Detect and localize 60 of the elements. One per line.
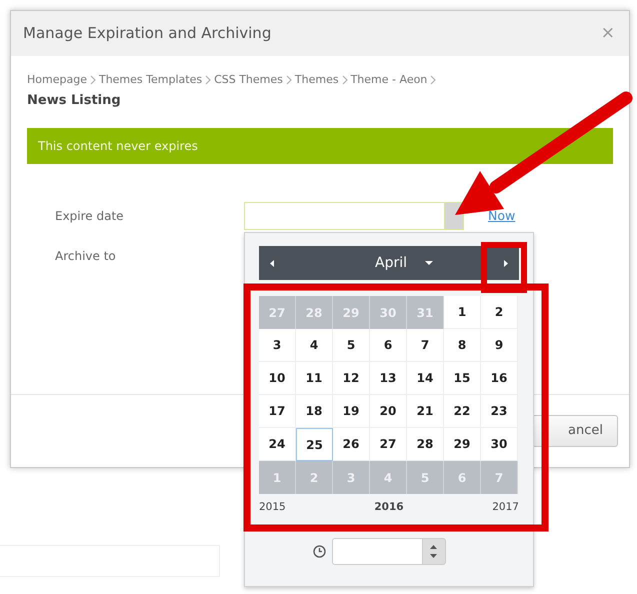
breadcrumb-link[interactable]: CSS Themes <box>214 72 283 88</box>
day-button[interactable]: 24 <box>259 428 296 461</box>
now-link[interactable]: Now <box>488 206 516 226</box>
date-input[interactable] <box>244 202 444 230</box>
time-input[interactable] <box>332 538 422 565</box>
day-button[interactable]: 17 <box>259 395 296 428</box>
next-year-link[interactable]: 2017 <box>492 500 519 516</box>
caret-left-icon <box>270 260 274 266</box>
chevron-icon <box>286 75 292 86</box>
day-button[interactable]: 29 <box>444 428 481 461</box>
field-label: Expire date <box>54 208 125 225</box>
day-button[interactable]: 5 <box>333 329 370 362</box>
day-button[interactable]: 20 <box>370 395 407 428</box>
chevron-icon <box>342 75 348 86</box>
breadcrumb-link[interactable]: Themes <box>294 72 339 88</box>
breadcrumb-link[interactable]: Homepage <box>27 72 87 88</box>
month-dropdown[interactable]: April <box>375 252 433 274</box>
day-button[interactable]: 23 <box>481 395 518 428</box>
day-button[interactable]: 22 <box>444 395 481 428</box>
day-button[interactable]: 30 <box>481 428 518 461</box>
day-button[interactable]: 25 <box>296 428 333 461</box>
day-button[interactable]: 28 <box>407 428 444 461</box>
breadcrumb-link[interactable]: Theme - Aeon <box>350 72 428 88</box>
day-button[interactable]: 9 <box>481 329 518 362</box>
day-button[interactable]: 3 <box>259 329 296 362</box>
day-button[interactable]: 14 <box>407 362 444 395</box>
day-button[interactable]: 16 <box>481 362 518 395</box>
day-button[interactable]: 8 <box>444 329 481 362</box>
caret-down-icon <box>430 554 437 558</box>
day-button[interactable]: 10 <box>259 362 296 395</box>
page-title: News Listing <box>27 92 122 110</box>
clock-icon <box>312 544 326 558</box>
day-button[interactable]: 21 <box>407 395 444 428</box>
day-button[interactable]: 6 <box>370 329 407 362</box>
day-button[interactable]: 11 <box>296 362 333 395</box>
day-button[interactable]: 19 <box>333 395 370 428</box>
chevron-icon <box>430 75 436 86</box>
day-button[interactable]: 18 <box>296 395 333 428</box>
chevron-icon <box>90 75 96 86</box>
day-button[interactable]: 4 <box>296 329 333 362</box>
day-button[interactable]: 26 <box>333 428 370 461</box>
chevron-icon <box>205 75 212 86</box>
caret-right-icon <box>504 260 508 266</box>
day-button[interactable]: 27 <box>370 428 407 461</box>
field-label: Archive to <box>54 248 117 265</box>
day-button[interactable]: 1 <box>444 296 481 329</box>
day-button[interactable]: 12 <box>333 362 370 395</box>
day-button[interactable]: 2 <box>481 296 518 329</box>
day-button[interactable]: 13 <box>370 362 407 395</box>
cancel-button[interactable]: ancel <box>532 415 618 447</box>
current-year[interactable]: 2016 <box>374 500 404 516</box>
breadcrumb-link[interactable]: Themes Templates <box>98 72 202 88</box>
status-banner: This content never expires <box>27 128 613 164</box>
day-button[interactable]: 15 <box>444 362 481 395</box>
dialog-title: Manage Expiration and Archiving <box>23 23 272 44</box>
caret-down-icon <box>425 261 433 265</box>
spinner-control[interactable] <box>422 538 446 565</box>
caret-up-icon <box>430 544 437 549</box>
day-button[interactable]: 7 <box>407 329 444 362</box>
previous-year-link[interactable]: 2015 <box>259 500 286 516</box>
